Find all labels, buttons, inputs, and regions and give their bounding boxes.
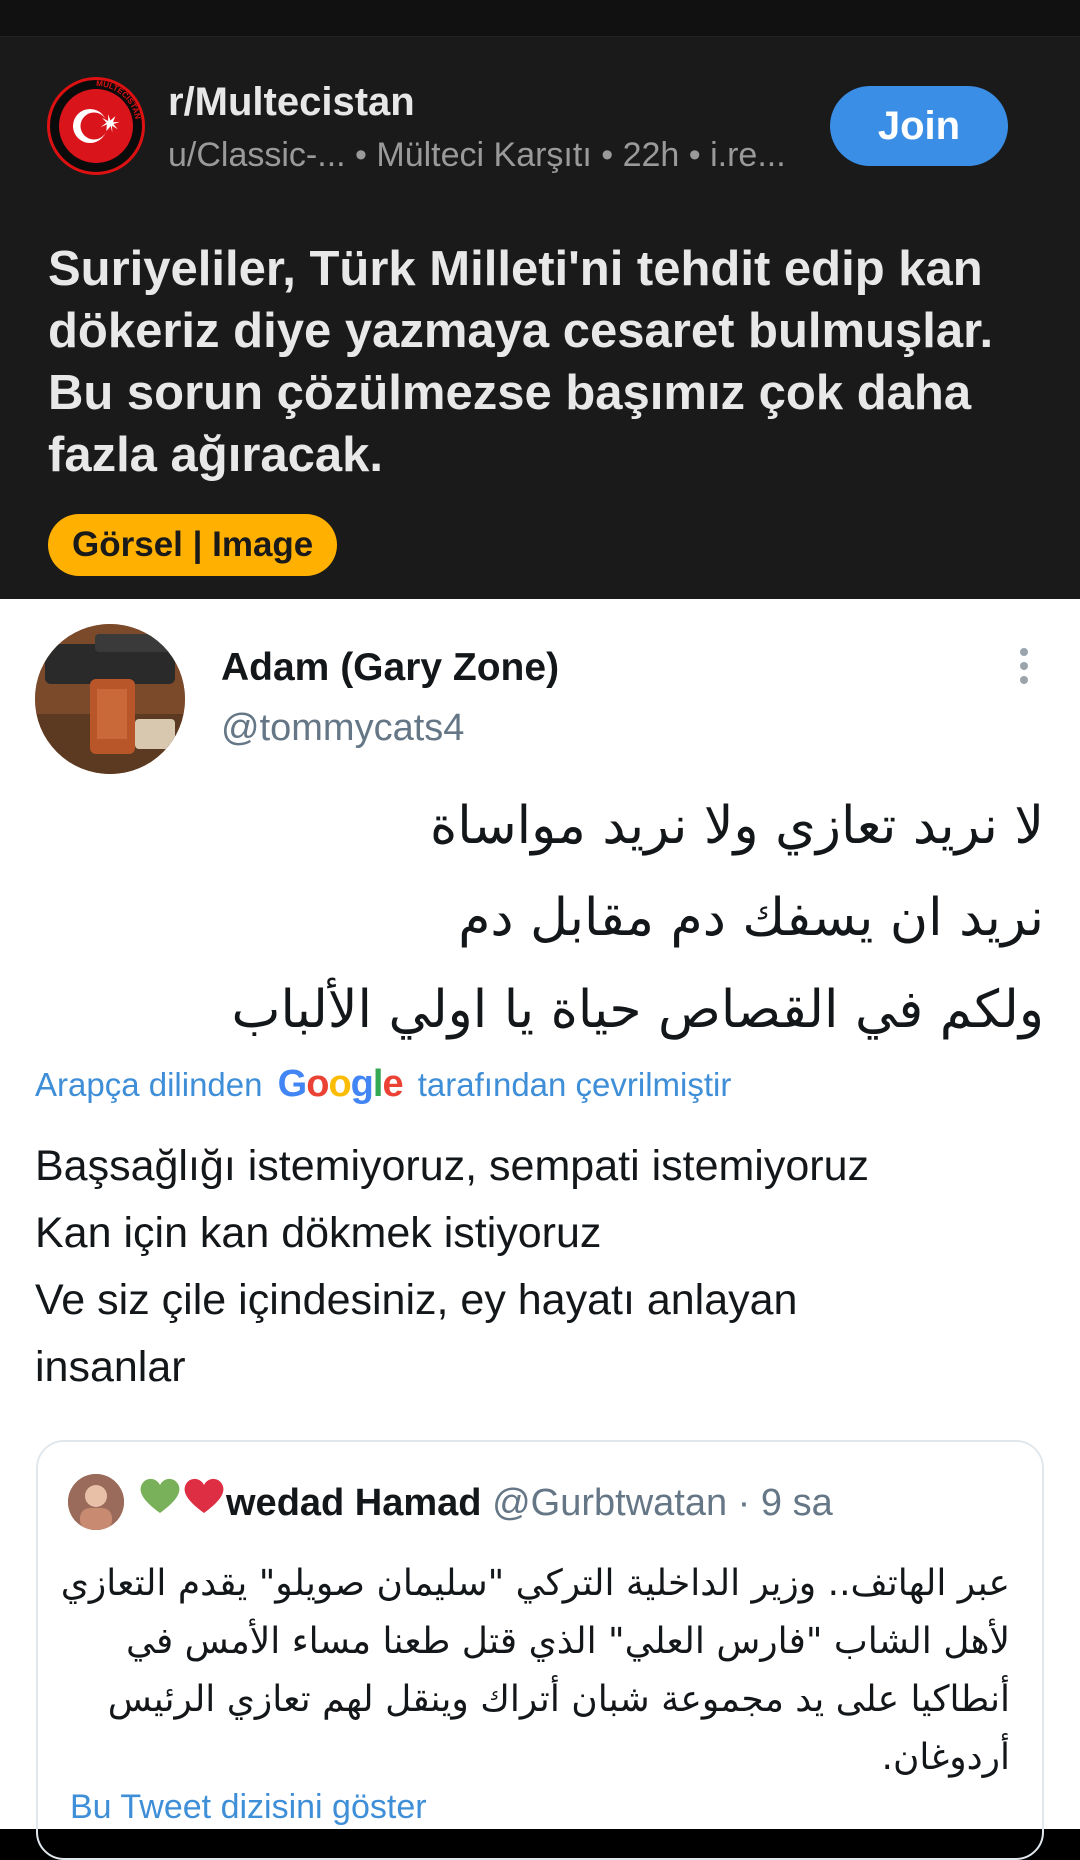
translated-by-google[interactable]: Arapça dilinden Google tarafından çevril… [35, 1063, 731, 1106]
translation-line: Kan için kan dökmek istiyoruz [35, 1209, 602, 1257]
google-logo-icon: Google [277, 1063, 404, 1105]
quoted-display-name[interactable]: wedad Hamad [226, 1482, 482, 1524]
post-title[interactable]: Suriyeliler, Türk Milleti'ni tehdit edip… [48, 238, 1048, 486]
tweet-text-arabic: لا نريد تعازي ولا نريد مواساة نريد ان يس… [44, 780, 1044, 1056]
quoted-handle[interactable]: @Gurbtwatan [492, 1482, 727, 1524]
tweet-display-name[interactable]: Adam (Gary Zone) [221, 646, 559, 690]
quoted-time: · 9 sa [737, 1482, 833, 1524]
post-flair[interactable]: Görsel | Image [48, 514, 338, 576]
more-options-icon[interactable] [1014, 648, 1034, 692]
arabic-line: نريد ان يسفك دم مقابل دم [458, 888, 1044, 948]
tweet-avatar[interactable] [35, 624, 185, 774]
join-button[interactable]: Join [830, 86, 1008, 166]
arabic-line: لا نريد تعازي ولا نريد مواساة [430, 796, 1044, 856]
tweet-handle[interactable]: @tommycats4 [221, 707, 464, 750]
quoted-header: wedad Hamad @Gurbtwatan · 9 sa [138, 1475, 833, 1525]
translation-line: insanlar [35, 1343, 186, 1391]
arabic-line: ولكم في القصاص حياة يا اولي الألباب [231, 980, 1044, 1040]
svg-text:MULTECISTAN: MULTECISTAN [96, 80, 142, 120]
subreddit-name[interactable]: r/Multecistan [168, 80, 415, 125]
red-heart-icon [182, 1475, 226, 1525]
person-photo-icon [68, 1474, 124, 1530]
quoted-avatar[interactable] [68, 1474, 124, 1530]
show-thread-link[interactable]: Bu Tweet dizisini göster [70, 1788, 427, 1827]
translate-prefix: Arapça dilinden [35, 1066, 263, 1103]
green-heart-icon [138, 1475, 182, 1525]
translation-line: Başsağlığı istemiyoruz, sempati istemiyo… [35, 1142, 870, 1190]
gun-photo-icon [35, 624, 185, 774]
translate-suffix: tarafından çevrilmiştir [417, 1066, 732, 1103]
tweet-translation: Başsağlığı istemiyoruz, sempati istemiyo… [35, 1133, 1045, 1401]
post-meta: u/Classic-... • Mülteci Karşıtı • 22h • … [168, 136, 786, 174]
logo-ring-text: MULTECISTAN [96, 80, 142, 120]
translation-line: Ve siz çile içindesiniz, ey hayatı anlay… [35, 1276, 798, 1324]
subreddit-logo-icon[interactable]: MULTECISTAN [47, 77, 145, 175]
quoted-tweet-text: عبر الهاتف.. وزير الداخلية التركي "سليما… [60, 1563, 1010, 1778]
status-bar [0, 0, 1080, 37]
